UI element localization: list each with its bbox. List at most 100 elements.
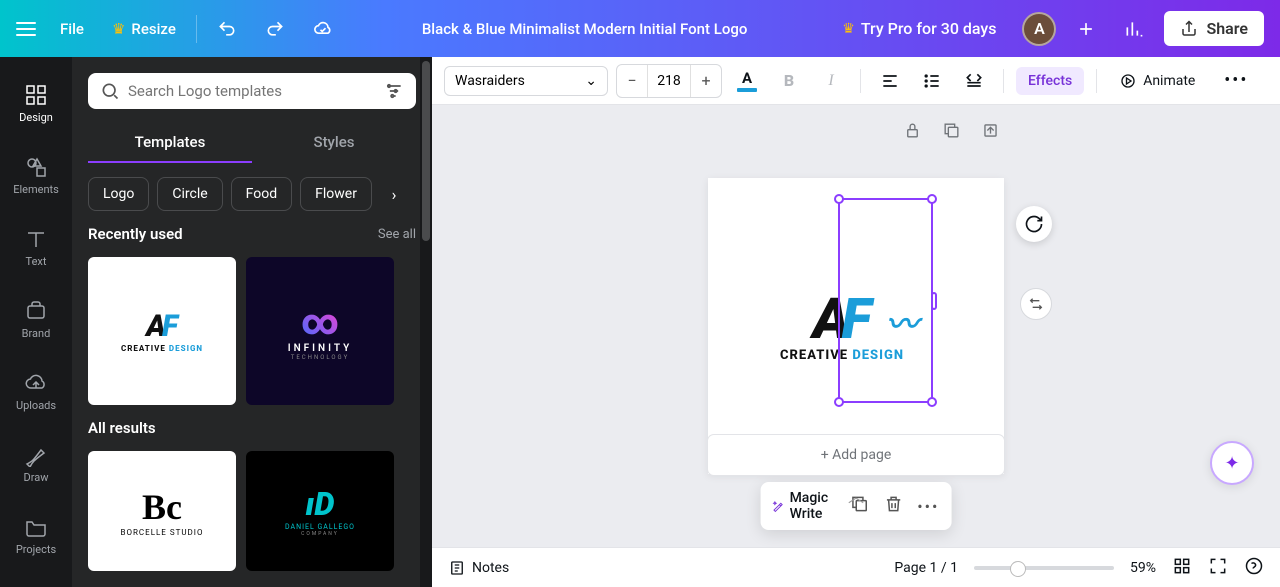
- zoom-value[interactable]: 59%: [1130, 560, 1156, 576]
- help-button[interactable]: [1244, 556, 1264, 580]
- canvas-page[interactable]: A F 〰 CREATIVE DESIGN: [708, 178, 1004, 474]
- font-family-select[interactable]: Wasraiders ⌄: [444, 66, 608, 96]
- resize-handle[interactable]: [834, 397, 844, 407]
- regenerate-button[interactable]: [1016, 206, 1052, 242]
- nav-label: Brand: [22, 327, 51, 340]
- nav-elements[interactable]: Elements: [0, 139, 72, 211]
- assistant-fab[interactable]: ✦: [1210, 441, 1254, 485]
- more-toolbar-button[interactable]: •••: [1219, 64, 1253, 98]
- redo-button[interactable]: [257, 11, 293, 47]
- font-name: Wasraiders: [455, 73, 525, 89]
- category-chips: Logo Circle Food Flower ›: [88, 177, 416, 211]
- nav-projects[interactable]: Projects: [0, 499, 72, 571]
- nav-label: Draw: [24, 471, 49, 484]
- separator: [860, 69, 861, 93]
- delete-button[interactable]: [883, 494, 903, 518]
- selection-box[interactable]: [838, 198, 933, 403]
- crown-icon: ♛: [112, 20, 125, 38]
- see-all-link[interactable]: See all: [378, 227, 416, 242]
- font-size-group: − +: [616, 64, 722, 98]
- undo-button[interactable]: [209, 11, 245, 47]
- object-panel-nav: Design Elements Text Brand Uploads Draw …: [0, 57, 72, 587]
- resize-handle[interactable]: [927, 397, 937, 407]
- template-thumb[interactable]: ∞ INFINITY TECHNOLOGY: [246, 257, 394, 405]
- spacing-button[interactable]: [957, 64, 991, 98]
- add-member-button[interactable]: [1068, 11, 1104, 47]
- thumb-title: INFINITY: [288, 343, 353, 354]
- nav-draw[interactable]: Draw: [0, 427, 72, 499]
- collapse-pages-icon[interactable]: ︿: [848, 483, 864, 507]
- chip-food[interactable]: Food: [231, 177, 292, 211]
- search-field-wrap: [88, 73, 416, 109]
- lock-icon[interactable]: [903, 121, 922, 140]
- tab-templates[interactable]: Templates: [88, 123, 252, 163]
- chip-logo[interactable]: Logo: [88, 177, 149, 211]
- main-menu-button[interactable]: [16, 22, 40, 36]
- bold-button[interactable]: B: [772, 64, 806, 98]
- divider: [196, 15, 197, 43]
- template-thumb[interactable]: Bc BORCELLE STUDIO: [88, 451, 236, 571]
- list-button[interactable]: [915, 64, 949, 98]
- nav-label: Text: [26, 255, 47, 268]
- chips-scroll-right[interactable]: ›: [380, 180, 408, 208]
- page-indicator[interactable]: Page 1 / 1: [894, 560, 958, 576]
- resize-handle[interactable]: [927, 194, 937, 204]
- cloud-sync-icon[interactable]: [305, 11, 341, 47]
- filter-icon[interactable]: [384, 81, 404, 101]
- search-input[interactable]: [128, 82, 376, 100]
- search-icon: [100, 81, 120, 101]
- fullscreen-button[interactable]: [1208, 556, 1228, 580]
- export-page-icon[interactable]: [981, 121, 1000, 140]
- nav-label: Uploads: [16, 399, 56, 412]
- notes-button[interactable]: Notes: [448, 559, 509, 577]
- font-size-input[interactable]: [647, 65, 691, 97]
- bottom-bar: Notes Page 1 / 1 59%: [432, 547, 1280, 587]
- panel-scrollbar[interactable]: [420, 57, 432, 587]
- effects-button[interactable]: Effects: [1016, 67, 1084, 95]
- magic-write-button[interactable]: Magic Write: [773, 490, 836, 522]
- template-thumb[interactable]: AF CREATIVE DESIGN: [88, 257, 236, 405]
- thumb-title: BORCELLE STUDIO: [121, 528, 204, 537]
- analytics-button[interactable]: [1116, 11, 1152, 47]
- grid-view-button[interactable]: [1172, 556, 1192, 580]
- side-panel: Templates Styles Logo Circle Food Flower…: [72, 57, 432, 587]
- animate-button[interactable]: Animate: [1109, 66, 1205, 96]
- text-color-button[interactable]: A: [730, 64, 764, 98]
- try-pro-label: Try Pro for 30 days: [861, 19, 997, 38]
- nav-uploads[interactable]: Uploads: [0, 355, 72, 427]
- chip-circle[interactable]: Circle: [157, 177, 222, 211]
- chip-flower[interactable]: Flower: [300, 177, 372, 211]
- sparkle-icon: ✦: [1224, 453, 1239, 474]
- share-label: Share: [1206, 19, 1248, 38]
- avatar[interactable]: A: [1022, 12, 1056, 46]
- resize-handle[interactable]: [931, 292, 937, 310]
- recently-used-title: Recently used: [88, 225, 183, 243]
- animate-label: Animate: [1143, 73, 1195, 89]
- nav-design[interactable]: Design: [0, 67, 72, 139]
- template-thumb[interactable]: ıD DANIEL GALLEGO COMPANY: [246, 451, 394, 571]
- swap-button[interactable]: [1020, 288, 1052, 320]
- nav-label: Design: [19, 111, 53, 124]
- tab-styles[interactable]: Styles: [252, 123, 416, 163]
- magic-write-label: Magic Write: [790, 490, 836, 522]
- nav-brand[interactable]: Brand: [0, 283, 72, 355]
- resize-button[interactable]: ♛ Resize: [104, 14, 184, 44]
- nav-text[interactable]: Text: [0, 211, 72, 283]
- nav-label: Projects: [16, 543, 56, 556]
- all-results-title: All results: [88, 419, 156, 437]
- try-pro-button[interactable]: ♛ Try Pro for 30 days: [828, 11, 1010, 46]
- more-context-button[interactable]: •••: [917, 497, 939, 516]
- document-title[interactable]: Black & Blue Minimalist Modern Initial F…: [353, 20, 816, 38]
- zoom-slider[interactable]: [974, 566, 1114, 570]
- duplicate-page-icon[interactable]: [942, 121, 961, 140]
- separator: [1003, 69, 1004, 93]
- font-size-decrease[interactable]: −: [617, 65, 647, 97]
- share-button[interactable]: Share: [1164, 11, 1264, 46]
- resize-handle[interactable]: [834, 194, 844, 204]
- italic-button[interactable]: I: [814, 64, 848, 98]
- alignment-button[interactable]: [873, 64, 907, 98]
- file-menu[interactable]: File: [52, 14, 92, 44]
- resize-label: Resize: [131, 20, 175, 38]
- font-size-increase[interactable]: +: [691, 65, 721, 97]
- add-page-button[interactable]: + Add page: [708, 435, 1004, 475]
